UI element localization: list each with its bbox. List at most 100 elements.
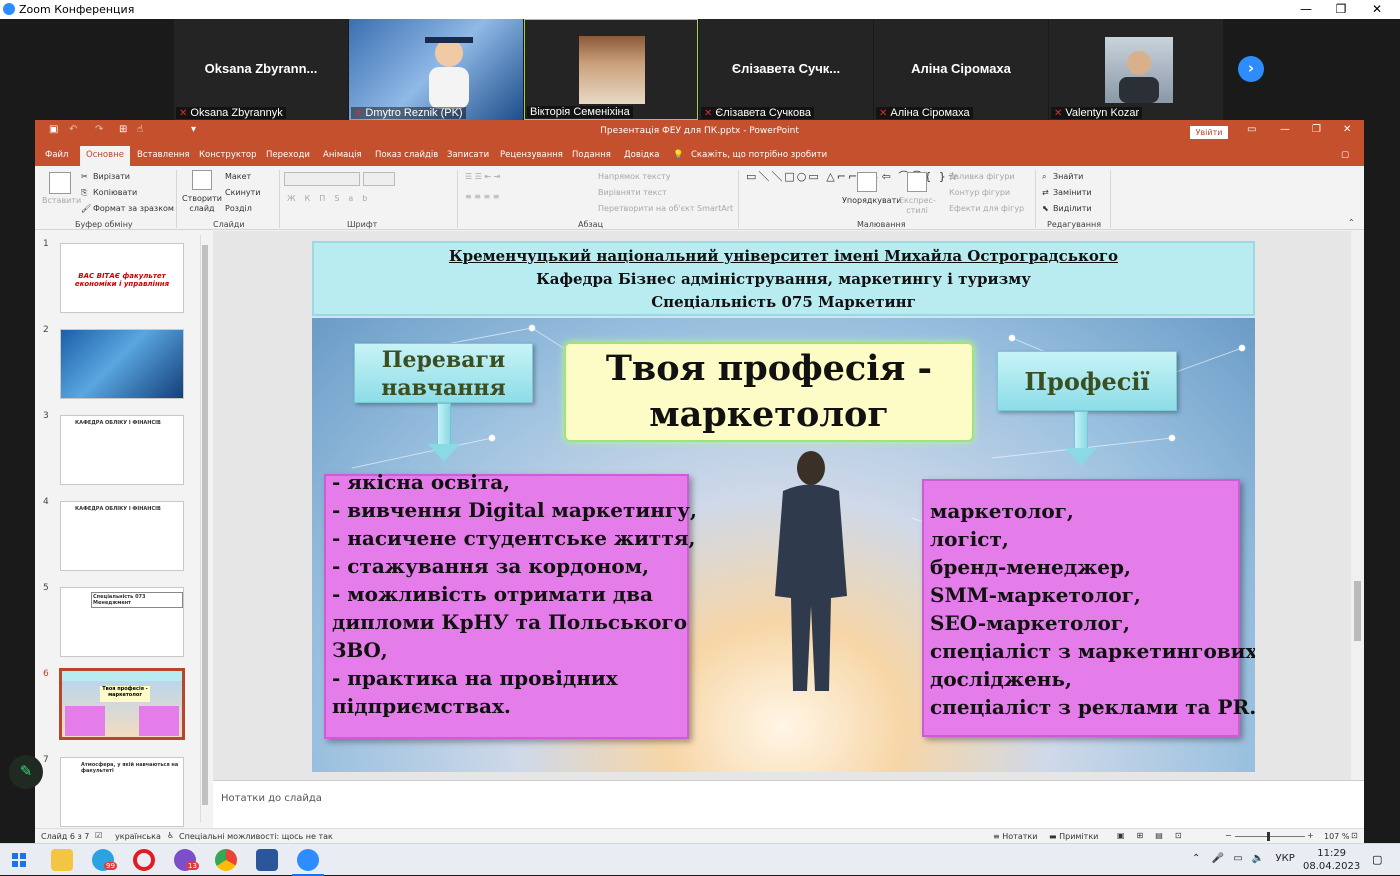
arrange-icon[interactable] xyxy=(857,172,877,192)
tab-record[interactable]: Записати xyxy=(447,150,489,160)
comments-button[interactable]: ▬ Примітки xyxy=(1049,832,1098,841)
sign-in-button[interactable]: Увійти xyxy=(1190,126,1228,139)
cut-button[interactable]: Вирізати xyxy=(93,172,130,181)
zoom-level[interactable]: 107 % xyxy=(1324,832,1349,841)
shape-fill-button[interactable]: Заливка фігури xyxy=(949,172,1015,181)
accessibility-status[interactable]: Спеціальні можливості: щось не так xyxy=(179,832,333,841)
align-icons[interactable]: ≡ ≡ ≡ ≡ xyxy=(465,192,499,201)
thumbnails-scrollbar[interactable] xyxy=(200,235,208,823)
shapes-gallery[interactable]: ▭＼＼□○▭ △⌐⌐⇨⇩⇦ ⌒⌒{ }☆ xyxy=(746,170,958,183)
tab-slideshow[interactable]: Показ слайдів xyxy=(375,150,438,160)
word-icon[interactable] xyxy=(256,849,278,871)
new-slide-button[interactable]: Створити слайд xyxy=(182,194,222,214)
tab-transitions[interactable]: Переходи xyxy=(266,150,310,160)
opera-icon[interactable] xyxy=(133,849,155,871)
smartart-button[interactable]: Перетворити на об'єкт SmartArt xyxy=(598,204,733,213)
slide-thumbnail[interactable] xyxy=(60,329,184,399)
font-size-combo[interactable] xyxy=(363,172,395,186)
copy-icon[interactable]: ⎘ xyxy=(81,188,87,198)
replace-icon[interactable]: ⇄ xyxy=(1042,188,1049,197)
system-clock[interactable]: 11:29 08.04.2023 xyxy=(1303,847,1360,873)
annotate-pen-icon[interactable]: ✎ xyxy=(9,755,43,789)
microphone-icon[interactable]: 🎤 xyxy=(1212,853,1224,864)
language-indicator[interactable]: українська xyxy=(115,832,161,841)
zoom-slider[interactable] xyxy=(1235,836,1305,837)
slide-thumbnail[interactable]: Спеціальність 073 Менеджмент xyxy=(60,587,184,657)
find-icon[interactable]: ⌕ xyxy=(1042,172,1046,182)
slide-thumbnail-selected[interactable]: Твоя професія - маркетолог xyxy=(59,668,185,740)
align-text-button[interactable]: Вирівняти текст xyxy=(598,188,667,197)
slide-vertical-scrollbar[interactable] xyxy=(1351,231,1364,780)
scrollbar-thumb[interactable] xyxy=(1354,581,1361,641)
restore-icon[interactable]: ❐ xyxy=(1312,124,1321,135)
next-participants-button[interactable]: › xyxy=(1238,56,1264,82)
zoom-out-icon[interactable]: − xyxy=(1225,831,1232,840)
advantages-heading-box[interactable]: Переваги навчання xyxy=(354,343,533,403)
format-painter-button[interactable]: Формат за зразком xyxy=(93,204,174,213)
slide-thumbnail[interactable]: ВАС ВІТАЄ факультет економіки і управлін… xyxy=(60,243,184,313)
replace-button[interactable]: Замінити xyxy=(1053,188,1092,197)
accessibility-icon[interactable]: ♿ xyxy=(167,831,174,840)
zoom-slider-thumb[interactable] xyxy=(1267,832,1270,841)
tab-animations[interactable]: Анімація xyxy=(323,150,362,160)
select-icon[interactable]: ⬉ xyxy=(1042,204,1049,213)
notifications-icon[interactable]: ▢ xyxy=(1372,853,1382,866)
minimize-icon[interactable]: — xyxy=(1280,124,1290,135)
close-icon[interactable]: ✕ xyxy=(1343,124,1351,135)
tab-home[interactable]: Основне xyxy=(80,146,130,166)
paste-button[interactable]: Вставити xyxy=(42,196,81,205)
zoom-in-icon[interactable]: + xyxy=(1307,831,1314,840)
notes-button[interactable]: ≡ Нотатки xyxy=(993,832,1037,841)
professions-list-box[interactable]: маркетолог, логіст, бренд-менеджер, SMM-… xyxy=(922,479,1255,737)
select-button[interactable]: Виділити xyxy=(1053,204,1092,213)
layout-button[interactable]: Макет xyxy=(225,172,251,181)
advantages-list-box[interactable]: - якісна освіта, - вивчення Digital марк… xyxy=(324,470,697,739)
slide-canvas[interactable]: Кременчуцький національний університет і… xyxy=(312,241,1255,772)
paste-icon[interactable] xyxy=(49,172,71,194)
comments-icon[interactable]: ▢ xyxy=(1341,150,1349,160)
participant-tile[interactable]: Oksana Zbyrann... ✕ Oksana Zbyrannyk xyxy=(174,19,348,120)
tell-me-box[interactable]: Скажіть, що потрібно зробити xyxy=(691,150,827,160)
network-icon[interactable]: ▭ xyxy=(1233,853,1242,864)
close-button[interactable]: ✕ xyxy=(1354,0,1400,19)
participant-tile[interactable]: Вікторія Семеніхіна xyxy=(524,19,698,120)
participant-tile[interactable]: Аліна Сіромаха ✕ Аліна Сіромаха xyxy=(874,19,1048,120)
volume-icon[interactable]: 🔈 xyxy=(1252,853,1264,864)
format-painter-icon[interactable]: 🖌 xyxy=(81,204,91,213)
shape-effects-button[interactable]: Ефекти для фігур xyxy=(949,204,1024,213)
copy-button[interactable]: Копіювати xyxy=(93,188,137,197)
text-direction-button[interactable]: Напрямок тексту xyxy=(598,172,671,181)
new-slide-icon[interactable] xyxy=(192,170,212,190)
section-button[interactable]: Розділ xyxy=(225,204,252,213)
font-name-combo[interactable] xyxy=(284,172,360,186)
professions-heading-box[interactable]: Професії xyxy=(997,351,1177,411)
participant-tile[interactable]: Єлізавета Сучк... ✕ Єлізавета Сучкова xyxy=(699,19,873,120)
bullets-icon[interactable]: ☰ ☰ ⇤ ⇥ xyxy=(465,172,500,181)
tab-view[interactable]: Подання xyxy=(572,150,611,160)
slide-header-box[interactable]: Кременчуцький національний університет і… xyxy=(312,241,1255,316)
notes-pane[interactable]: Нотатки до слайда xyxy=(213,780,1364,828)
view-buttons[interactable]: ▣⊞▤⊡ xyxy=(1117,831,1194,840)
arrange-button[interactable]: Упорядкувати xyxy=(842,196,901,205)
tray-expand-icon[interactable]: ⌃ xyxy=(1192,853,1200,864)
slide-thumbnail[interactable]: КАФЕДРА ОБЛІКУ І ФІНАНСІВ xyxy=(60,415,184,485)
tab-file[interactable]: Файл xyxy=(45,150,68,160)
collapse-ribbon-icon[interactable]: ⌃ xyxy=(1348,218,1355,227)
tab-insert[interactable]: Вставлення xyxy=(137,150,190,160)
slide-thumbnail[interactable]: КАФЕДРА ОБЛІКУ І ФІНАНСІВ xyxy=(60,501,184,571)
windows-start-icon[interactable] xyxy=(12,853,26,867)
font-format-buttons[interactable]: ЖКПSab xyxy=(287,194,376,203)
quick-styles-icon[interactable] xyxy=(907,172,927,192)
shape-outline-button[interactable]: Контур фігури xyxy=(949,188,1010,197)
input-language[interactable]: УКР xyxy=(1276,853,1295,864)
spellcheck-icon[interactable]: ☑ xyxy=(95,831,102,840)
file-explorer-icon[interactable] xyxy=(51,849,73,871)
participant-tile[interactable]: ✕ Dmytro Reznik (PK) xyxy=(349,19,523,120)
find-button[interactable]: Знайти xyxy=(1053,172,1083,181)
quick-styles-button[interactable]: Експрес-стилі xyxy=(899,196,936,216)
slide-thumbnail[interactable]: Атмосфера, у якій навчаються на факульте… xyxy=(60,757,184,827)
tab-design[interactable]: Конструктор xyxy=(199,150,257,160)
ribbon-display-icon[interactable]: ▭ xyxy=(1247,124,1256,135)
participant-tile[interactable]: ✕ Valentyn Kozar xyxy=(1049,19,1223,120)
zoom-taskbar-icon[interactable] xyxy=(297,849,319,871)
